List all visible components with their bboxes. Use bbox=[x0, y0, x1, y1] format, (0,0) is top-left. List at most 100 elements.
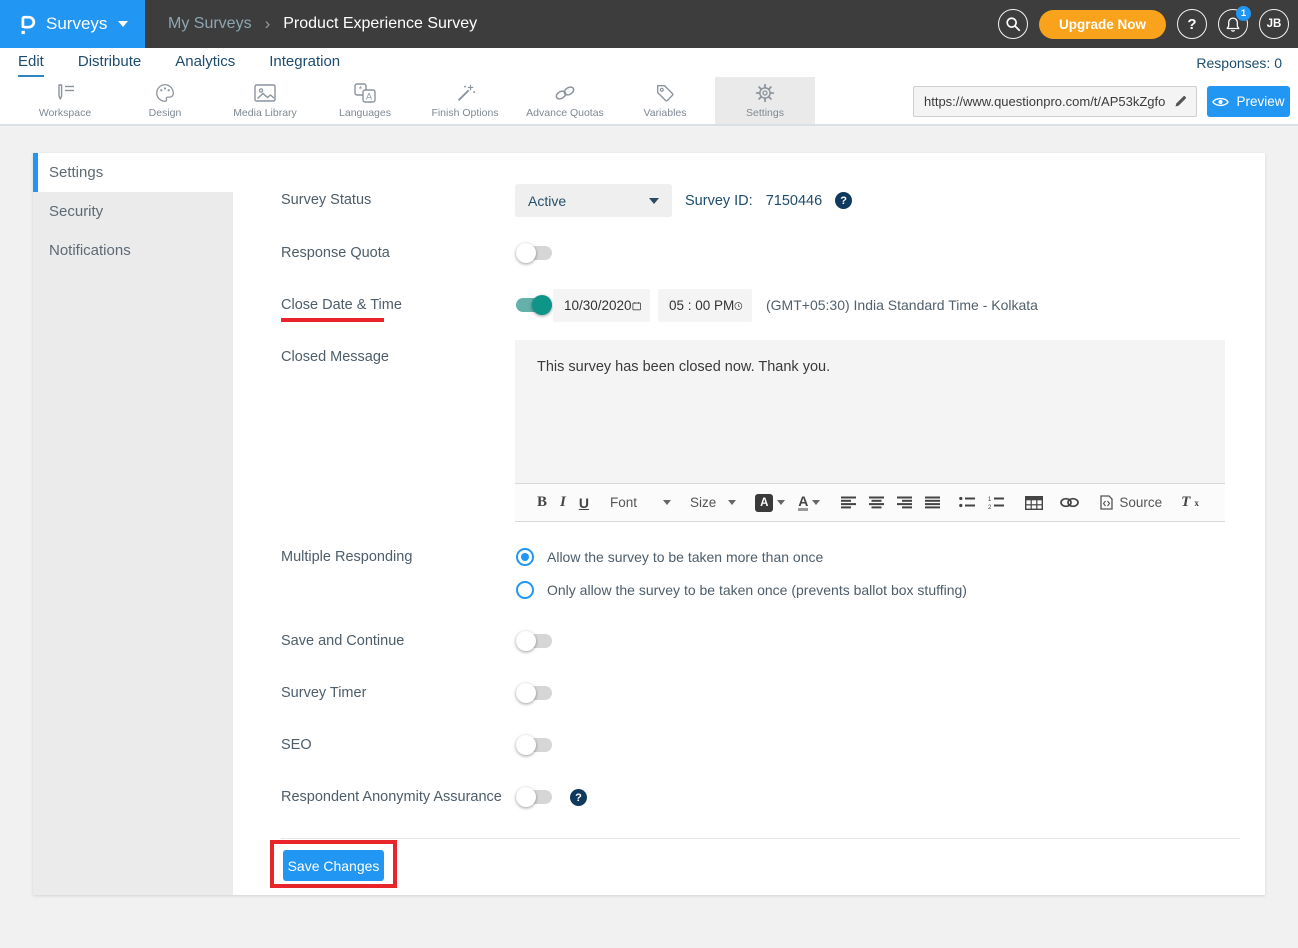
close-date-time-toggle[interactable] bbox=[516, 295, 552, 315]
product-switcher[interactable]: Surveys bbox=[0, 0, 145, 48]
workspace-icon bbox=[53, 82, 77, 104]
edit-url-button[interactable] bbox=[1173, 94, 1196, 109]
closed-message-textarea[interactable]: This survey has been closed now. Thank y… bbox=[515, 340, 1225, 483]
align-center-button[interactable] bbox=[869, 496, 884, 509]
align-right-icon bbox=[897, 496, 912, 509]
align-right-button[interactable] bbox=[897, 496, 912, 509]
avatar[interactable]: JB bbox=[1259, 9, 1289, 39]
remove-format-button[interactable]: Tx bbox=[1181, 494, 1199, 511]
insert-table-button[interactable] bbox=[1025, 496, 1043, 510]
chevron-down-icon bbox=[118, 21, 128, 27]
search-button[interactable] bbox=[998, 9, 1028, 39]
chevron-down-icon bbox=[663, 500, 671, 505]
survey-id-label: Survey ID: bbox=[685, 193, 753, 209]
variables-icon bbox=[653, 82, 677, 104]
text-color-icon: A bbox=[798, 495, 808, 511]
background-color-button[interactable]: A bbox=[755, 494, 785, 512]
radio-button[interactable] bbox=[516, 548, 534, 566]
justify-button[interactable] bbox=[925, 496, 940, 509]
tab-edit[interactable]: Edit bbox=[18, 48, 44, 77]
finish-options-icon bbox=[453, 82, 477, 104]
survey-id-row: Survey ID: 7150446 ? bbox=[685, 192, 852, 209]
close-time-field[interactable]: 05 : 00 PM bbox=[658, 289, 752, 322]
numbered-list-icon: 12 bbox=[988, 496, 1004, 509]
breadcrumb-my-surveys[interactable]: My Surveys bbox=[168, 15, 252, 33]
font-dropdown[interactable]: Font bbox=[610, 495, 671, 510]
chevron-down-icon bbox=[728, 500, 736, 505]
source-button[interactable]: Source bbox=[1100, 495, 1162, 510]
save-changes-button[interactable]: Save Changes bbox=[283, 850, 384, 881]
toolbar-item-advance-quotas[interactable]: Advance Quotas bbox=[515, 77, 615, 124]
text-color-button[interactable]: A bbox=[798, 495, 820, 511]
sidebar-item-settings[interactable]: Settings bbox=[33, 153, 233, 192]
search-icon bbox=[1005, 16, 1021, 32]
radio-option-only-once[interactable]: Only allow the survey to be taken once (… bbox=[516, 581, 967, 599]
notifications-button[interactable]: 1 bbox=[1218, 9, 1248, 39]
response-quota-toggle[interactable] bbox=[516, 243, 552, 263]
sidebar-item-notifications[interactable]: Notifications bbox=[33, 231, 233, 270]
svg-text:A: A bbox=[366, 92, 372, 102]
save-and-continue-label: Save and Continue bbox=[281, 633, 404, 649]
radio-option-allow-multiple[interactable]: Allow the survey to be taken more than o… bbox=[516, 548, 823, 566]
toolbar-item-design[interactable]: Design bbox=[115, 77, 215, 124]
italic-button[interactable]: I bbox=[560, 494, 566, 511]
toolbar-item-workspace[interactable]: Workspace bbox=[15, 77, 115, 124]
source-code-icon bbox=[1100, 495, 1113, 510]
sidebar-item-security[interactable]: Security bbox=[33, 192, 233, 231]
underline-button[interactable]: U bbox=[579, 495, 589, 511]
breadcrumb: My Surveys › Product Experience Survey bbox=[168, 0, 477, 48]
breadcrumb-separator: › bbox=[265, 14, 271, 34]
preview-button[interactable]: Preview bbox=[1207, 86, 1290, 117]
close-date-field[interactable]: 10/30/2020 bbox=[553, 289, 650, 322]
languages-icon: *A bbox=[352, 82, 378, 104]
size-dropdown[interactable]: Size bbox=[690, 495, 736, 510]
save-and-continue-toggle[interactable] bbox=[516, 631, 552, 651]
tab-distribute[interactable]: Distribute bbox=[78, 48, 141, 77]
multiple-responding-label: Multiple Responding bbox=[281, 549, 412, 565]
close-date-value: 10/30/2020 bbox=[564, 298, 632, 313]
settings-gear-icon bbox=[753, 82, 777, 104]
bullet-list-button[interactable] bbox=[959, 496, 975, 509]
toolbar-item-settings[interactable]: Settings bbox=[715, 77, 815, 124]
chevron-down-icon bbox=[649, 198, 659, 204]
survey-status-dropdown[interactable]: Active bbox=[515, 184, 672, 217]
close-date-time-label: Close Date & Time bbox=[281, 297, 402, 313]
eye-icon bbox=[1212, 96, 1229, 108]
app-root: Surveys My Surveys › Product Experience … bbox=[0, 0, 1298, 948]
toolbar-item-languages[interactable]: *A Languages bbox=[315, 77, 415, 124]
toolbar-item-variables[interactable]: Variables bbox=[615, 77, 715, 124]
calendar-icon bbox=[632, 299, 641, 313]
table-icon bbox=[1025, 496, 1043, 510]
advance-quotas-icon bbox=[552, 82, 578, 104]
numbered-list-button[interactable]: 12 bbox=[988, 496, 1004, 509]
settings-form: Survey Status Active Survey ID: 7150446 … bbox=[233, 153, 1265, 895]
seo-label: SEO bbox=[281, 737, 312, 753]
survey-timer-toggle[interactable] bbox=[516, 683, 552, 703]
toolbar-item-media-library[interactable]: Media Library bbox=[215, 77, 315, 124]
product-name: Surveys bbox=[46, 14, 107, 34]
seo-toggle[interactable] bbox=[516, 735, 552, 755]
chevron-down-icon bbox=[812, 500, 820, 505]
survey-timer-label: Survey Timer bbox=[281, 685, 366, 701]
radio-button[interactable] bbox=[516, 581, 534, 599]
bold-button[interactable]: B bbox=[537, 494, 547, 511]
question-mark-icon: ? bbox=[1187, 16, 1196, 33]
tab-analytics[interactable]: Analytics bbox=[175, 48, 235, 77]
svg-text:*: * bbox=[359, 85, 363, 95]
survey-id-value: 7150446 bbox=[766, 193, 822, 209]
background-color-icon: A bbox=[755, 494, 773, 512]
align-center-icon bbox=[869, 496, 884, 509]
respondent-anonymity-help-icon[interactable]: ? bbox=[570, 789, 587, 806]
survey-url-input[interactable] bbox=[914, 94, 1173, 109]
tab-integration[interactable]: Integration bbox=[269, 48, 340, 77]
breadcrumb-survey-title: Product Experience Survey bbox=[283, 15, 477, 33]
upgrade-now-button[interactable]: Upgrade Now bbox=[1039, 10, 1166, 39]
survey-id-help-icon[interactable]: ? bbox=[835, 192, 852, 209]
response-quota-label: Response Quota bbox=[281, 245, 390, 261]
respondent-anonymity-label: Respondent Anonymity Assurance bbox=[281, 789, 502, 805]
help-button[interactable]: ? bbox=[1177, 9, 1207, 39]
insert-link-button[interactable] bbox=[1060, 497, 1079, 508]
toolbar-item-finish-options[interactable]: Finish Options bbox=[415, 77, 515, 124]
respondent-anonymity-toggle[interactable] bbox=[516, 787, 552, 807]
align-left-button[interactable] bbox=[841, 496, 856, 509]
